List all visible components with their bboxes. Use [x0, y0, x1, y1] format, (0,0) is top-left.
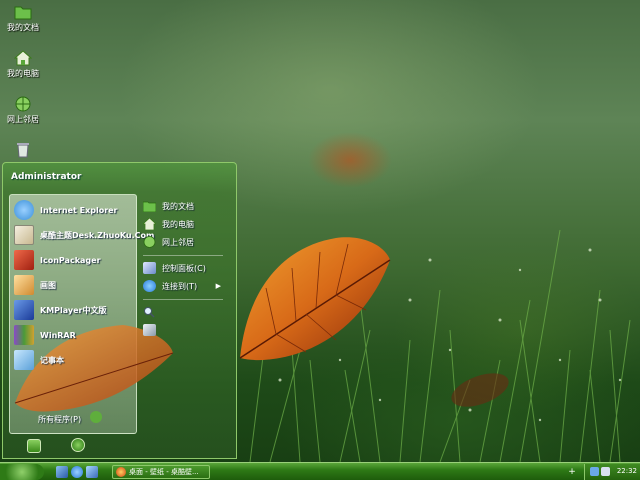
desktop-icon-label: 我的电脑: [7, 69, 39, 78]
iconpackager-icon: [14, 250, 34, 270]
program-winrar[interactable]: WinRAR: [14, 324, 76, 346]
system-label: 连接到(T): [162, 281, 198, 291]
computer-icon: [13, 50, 33, 66]
kmplayer-icon: [14, 300, 34, 320]
browser-icon: [116, 467, 126, 477]
logoff-button[interactable]: [27, 439, 41, 453]
desktop-icon-label: 网上邻居: [7, 115, 39, 124]
system-run[interactable]: [143, 323, 235, 337]
program-kmplayer[interactable]: KMPlayer中文版: [14, 299, 107, 321]
program-list: Internet Explorer 桌酷主题Desk.ZhuoKu.Com Ic…: [9, 194, 173, 434]
media-player-icon[interactable]: [86, 466, 98, 478]
task-label: 桌面 - 壁纸 - 桌酷壁...: [129, 468, 199, 476]
search-icon: [143, 306, 156, 318]
notepad-icon: [14, 350, 34, 370]
system-control-panel[interactable]: 控制面板(C): [143, 261, 235, 275]
program-paint[interactable]: 画图: [14, 274, 56, 296]
taskbar: 桌面 - 壁纸 - 桌酷壁... + 22:32: [0, 462, 640, 480]
network-icon: [14, 96, 32, 112]
connect-icon: [143, 280, 156, 292]
winrar-icon: [14, 325, 34, 345]
internet-explorer-icon[interactable]: [71, 466, 83, 478]
show-desktop-icon[interactable]: [56, 466, 68, 478]
leaf-decoration: [239, 237, 391, 361]
taskbar-button-browser[interactable]: 桌面 - 壁纸 - 桌酷壁...: [112, 465, 210, 479]
network-tray-icon[interactable]: [590, 467, 599, 476]
program-internet-explorer[interactable]: Internet Explorer: [14, 199, 118, 221]
place-label: 我的电脑: [162, 219, 194, 229]
folder-icon: [142, 200, 157, 213]
program-label: WinRAR: [40, 330, 76, 340]
submenu-arrow-icon: ▶: [215, 282, 221, 290]
run-icon: [143, 324, 156, 336]
clock[interactable]: 22:32: [617, 467, 637, 475]
user-name: Administrator: [11, 172, 82, 182]
volume-tray-icon[interactable]: [601, 467, 610, 476]
program-theme[interactable]: 桌酷主题Desk.ZhuoKu.Com: [14, 224, 154, 246]
desktop-icon-my-documents[interactable]: 我的文档: [2, 4, 44, 33]
desktop-icon-my-computer[interactable]: 我的电脑: [2, 50, 44, 79]
program-label: Internet Explorer: [40, 205, 118, 215]
separator: [143, 255, 223, 256]
program-iconpackager[interactable]: IconPackager: [14, 249, 101, 271]
computer-icon: [141, 217, 158, 231]
shutdown-button[interactable]: [71, 438, 85, 452]
program-label: IconPackager: [40, 255, 101, 265]
all-programs-link[interactable]: 所有程序(P): [38, 414, 81, 425]
start-button[interactable]: [0, 464, 44, 480]
place-label: 网上邻居: [162, 237, 194, 247]
desktop-icon-recycle-bin[interactable]: [2, 142, 44, 160]
place-network[interactable]: 网上邻居: [143, 235, 235, 249]
separator: [143, 299, 223, 300]
start-menu: Administrator Internet Explorer 桌酷主题Desk…: [2, 162, 237, 459]
all-programs-arrow-icon[interactable]: [90, 411, 102, 423]
desktop-icon-label: 我的文档: [7, 23, 39, 32]
internet-explorer-icon: [14, 200, 34, 220]
place-label: 我的文档: [162, 201, 194, 211]
paint-icon: [14, 275, 34, 295]
place-my-computer[interactable]: 我的电脑: [141, 217, 235, 231]
system-search[interactable]: [143, 305, 235, 319]
system-tray: 22:32: [584, 464, 640, 480]
place-my-documents[interactable]: 我的文档: [142, 199, 235, 213]
tray-expand-button[interactable]: +: [566, 465, 578, 479]
control-panel-icon: [143, 262, 156, 274]
theme-icon: [14, 225, 34, 245]
program-label: 桌酷主题Desk.ZhuoKu.Com: [40, 230, 155, 240]
program-label: 画图: [40, 280, 56, 290]
program-label: 记事本: [40, 355, 64, 365]
network-icon: [143, 236, 156, 248]
system-connect[interactable]: 连接到(T) ▶: [143, 279, 235, 293]
system-label: 控制面板(C): [162, 263, 206, 273]
program-label: KMPlayer中文版: [40, 305, 107, 315]
folder-icon: [14, 4, 32, 20]
program-notepad[interactable]: 记事本: [14, 349, 64, 371]
desktop-icon-network[interactable]: 网上邻居: [2, 96, 44, 125]
recycle-bin-icon: [14, 142, 32, 158]
